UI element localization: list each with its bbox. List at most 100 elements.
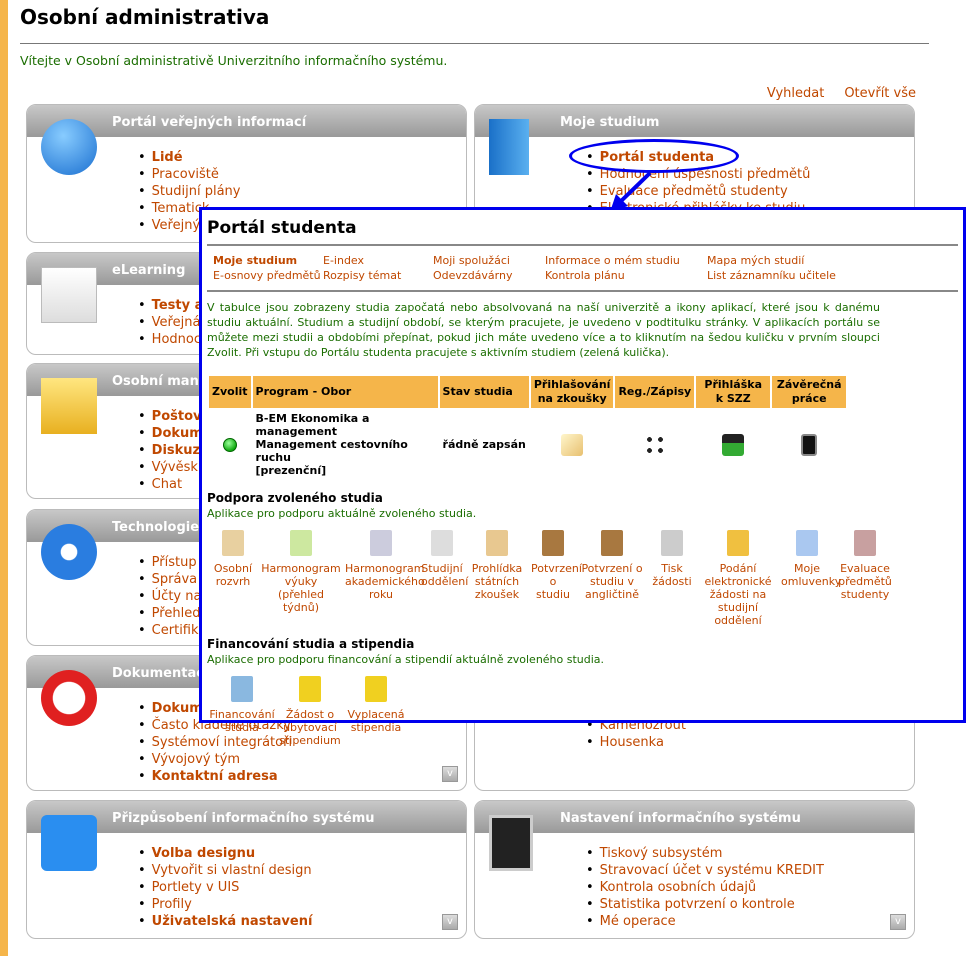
app-link[interactable]: Studijní oddělení — [419, 526, 468, 627]
list-item: Volba designu — [138, 845, 466, 862]
page-title: Osobní administrativa — [20, 5, 270, 29]
panel-link[interactable]: Chat — [152, 477, 182, 492]
panel-link[interactable]: Profily — [152, 897, 192, 912]
app-link[interactable]: Harmonogram výuky (přehled týdnů) — [259, 526, 343, 627]
app-link[interactable]: Prohlídka státních zkoušek — [465, 526, 529, 627]
list-item: Mé operace — [586, 913, 914, 930]
support-section-desc: Aplikace pro podporu aktuálně zvoleného … — [207, 507, 477, 520]
panel-link[interactable]: Poštov — [152, 409, 202, 424]
book-icon — [489, 119, 529, 175]
list-item: Vývojový tým — [138, 751, 466, 768]
thesis-book-icon[interactable] — [801, 433, 818, 456]
app-link[interactable]: Potvrzení o studiu — [529, 526, 582, 627]
panel-link[interactable]: Kontrola osobních údajů — [600, 880, 757, 895]
column-header: Přihlašování na zkoušky — [530, 376, 614, 408]
panel-link[interactable]: Veřejná — [152, 315, 201, 330]
portal-menu-item[interactable]: E-index — [323, 254, 433, 267]
list-item: Lidé — [138, 149, 466, 166]
panel-link[interactable]: Hodnoc — [152, 332, 201, 347]
graduation-cap-icon[interactable] — [722, 433, 745, 456]
panel-link[interactable]: Přístup — [152, 555, 197, 570]
portal-menu-item[interactable]: List záznamníku učitele — [707, 269, 887, 282]
panel-link[interactable]: Diskuz — [152, 443, 200, 458]
app-link[interactable]: Žádost o ubytovací stipendium — [277, 672, 343, 747]
panel-link[interactable]: Portlety v UIS — [152, 880, 240, 895]
app-link[interactable]: Osobní rozvrh — [207, 526, 259, 627]
paw-prints-icon[interactable] — [643, 433, 666, 456]
panel-link[interactable]: Veřejný — [152, 218, 200, 233]
panel-link[interactable]: Volba designu — [152, 846, 255, 861]
column-header: Závěrečná práce — [772, 376, 847, 408]
app-link[interactable]: Podání elektronické žádosti na studijní … — [697, 526, 779, 627]
list-item: Portlety v UIS — [138, 879, 466, 896]
panel-link[interactable]: Evaluace předmětů studenty — [600, 184, 788, 199]
portal-menu-item[interactable]: E-osnovy předmětů — [213, 269, 323, 282]
monitor-icon — [489, 815, 533, 871]
portal-menu-item[interactable]: Moji spolužáci — [433, 254, 545, 267]
expand-chevron-icon[interactable]: v — [442, 766, 458, 782]
portal-menu-item[interactable]: Rozpisy témat — [323, 269, 433, 282]
panel-link[interactable]: Účty na — [152, 589, 202, 604]
panel-link[interactable]: Vývojový tým — [152, 752, 240, 767]
panel-link[interactable]: Vytvořit si vlastní design — [152, 863, 312, 878]
portal-menu-item[interactable]: Kontrola plánu — [545, 269, 707, 282]
column-header: Reg./Zápisy — [615, 376, 695, 408]
expand-chevron-icon[interactable]: v — [442, 914, 458, 930]
list-item: Profily — [138, 896, 466, 913]
app-icon — [854, 530, 876, 556]
popup-title: Portál studenta — [207, 218, 357, 238]
list-item: Kontaktní adresa — [138, 768, 466, 785]
panel-link[interactable]: Správa — [152, 572, 197, 587]
finance-section-title: Financování studia a stipendia — [207, 637, 415, 651]
panel-link[interactable]: Certifik — [152, 623, 199, 638]
app-link[interactable]: Financování studia — [207, 672, 277, 747]
portal-menu-item[interactable]: Informace o mém studiu — [545, 254, 707, 267]
panel-link[interactable]: Tiskový subsystém — [600, 846, 723, 861]
lifebuoy-icon — [41, 670, 97, 726]
app-icon — [231, 676, 253, 702]
gears-icon — [41, 524, 97, 580]
finance-section-desc: Aplikace pro podporu financování a stipe… — [207, 653, 605, 666]
panel-link[interactable]: Pracoviště — [152, 167, 219, 182]
panel-title: Nastavení informačního systému — [475, 801, 914, 833]
app-icon — [796, 530, 818, 556]
panel-link[interactable]: Uživatelská nastavení — [152, 914, 313, 929]
app-link[interactable]: Potvrzení o studiu v angličtině — [577, 526, 647, 627]
portlet-panel: Nastavení informačního systému Tiskový su… — [474, 800, 915, 939]
panel-link[interactable]: Dokum — [152, 426, 203, 441]
panel-link[interactable]: Testy a — [152, 298, 204, 313]
support-section-title: Podpora zvoleného studia — [207, 491, 383, 505]
app-link[interactable]: Harmonogram akademického roku — [343, 526, 425, 627]
table-row: B-EM Ekonomika a management Management ce… — [209, 410, 846, 479]
panel-link[interactable]: Dokum — [152, 701, 203, 716]
panel-link[interactable]: Lidé — [152, 150, 183, 165]
app-link[interactable]: Evaluace předmětů studenty — [835, 526, 895, 627]
panel-link[interactable]: Kontaktní adresa — [152, 769, 278, 784]
welcome-text: Vítejte v Osobní administrativě Univerzi… — [20, 53, 448, 68]
app-link[interactable]: Tisk žádosti — [647, 526, 697, 627]
portal-studenta-popup: Portál studenta Moje studium E-index Moji … — [199, 207, 966, 747]
intro-text: V tabulce jsou zobrazeny studia započatá… — [207, 301, 880, 359]
app-icon — [370, 530, 392, 556]
panel-link[interactable]: Studijní plány — [152, 184, 241, 199]
portal-menu-item[interactable]: Odevzdávárny — [433, 269, 545, 282]
panel-link[interactable]: Přehled — [152, 606, 201, 621]
list-item: Tiskový subsystém — [586, 845, 914, 862]
app-link[interactable]: Vyplacená stipendia — [343, 672, 409, 747]
divider — [20, 43, 929, 44]
select-study-radio[interactable] — [222, 437, 237, 452]
expand-chevron-icon[interactable]: v — [890, 914, 906, 930]
list-item: Pracoviště — [138, 166, 466, 183]
open-all-link[interactable]: Otevřít vše — [844, 86, 916, 101]
app-link[interactable]: Moje omluvenky — [779, 526, 841, 627]
list-item: Kontrola osobních údajů — [586, 879, 914, 896]
search-link[interactable]: Vyhledat — [767, 86, 824, 101]
portal-menu-item[interactable]: Mapa mých studií — [707, 254, 887, 267]
list-item: Stravovací účet v systému KREDIT — [586, 862, 914, 879]
portal-menu-item[interactable]: Moje studium — [213, 254, 323, 267]
panel-link[interactable]: Vývěsk — [152, 460, 198, 475]
panel-link[interactable]: Stravovací účet v systému KREDIT — [600, 863, 824, 878]
exam-registration-icon[interactable] — [561, 433, 584, 456]
panel-link[interactable]: Mé operace — [600, 914, 676, 929]
panel-link[interactable]: Statistika potvrzení o kontrole — [600, 897, 795, 912]
